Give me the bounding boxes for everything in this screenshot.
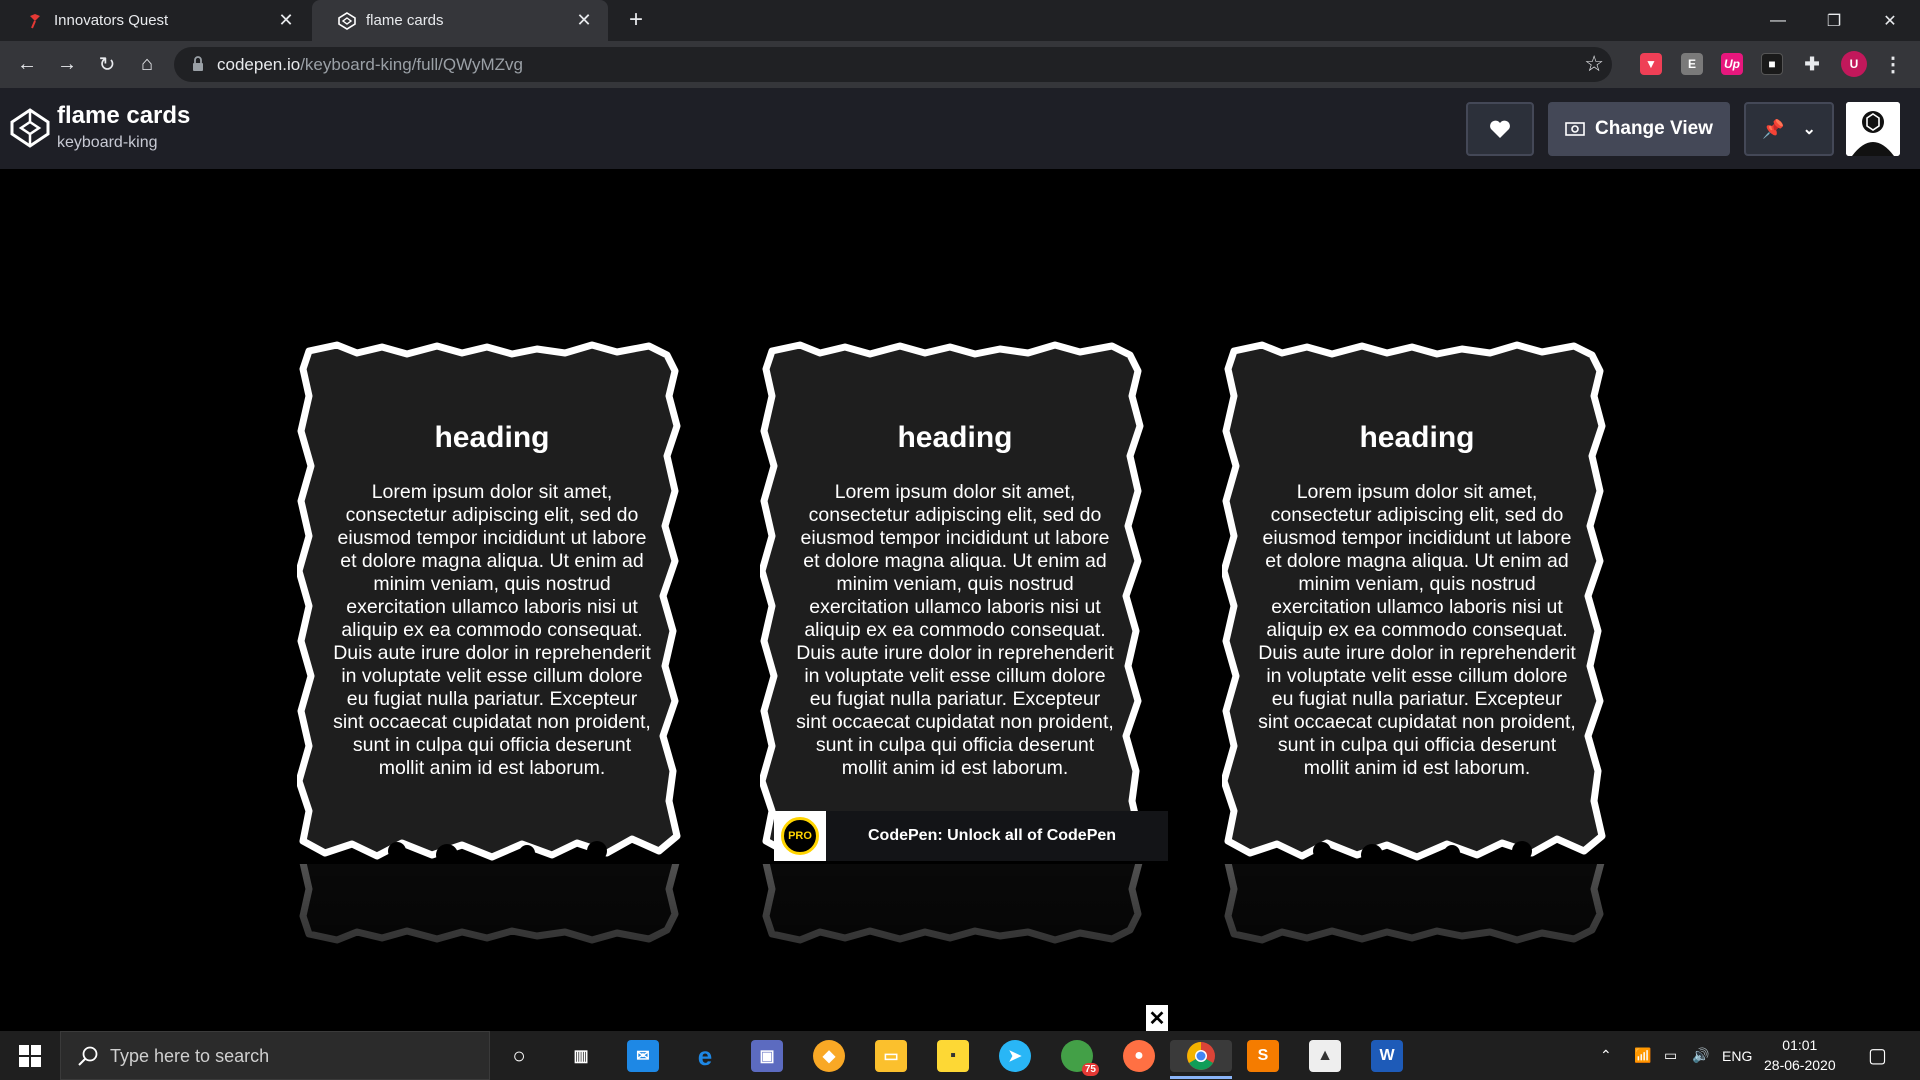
whatsapp-badge: 75 (1081, 1063, 1099, 1076)
chevron-down-icon[interactable]: ⌄ (1803, 119, 1816, 139)
forward-arrow-icon[interactable]: → (52, 49, 82, 79)
card-body: Lorem ipsum dolor sit amet, consectetur … (1258, 481, 1576, 779)
new-tab-button[interactable]: + (622, 6, 650, 34)
taskbar-search-input[interactable]: Type here to search (60, 1031, 490, 1080)
pro-banner-text[interactable]: CodePen: Unlock all of CodePen (868, 827, 1116, 845)
pro-badge: PRO (774, 811, 826, 861)
whatsapp-icon[interactable]: 75 (1061, 1040, 1099, 1076)
card-reflection: headingLorem ipsum dolor sit amet, conse… (760, 864, 1150, 1031)
pen-author[interactable]: keyboard-king (57, 134, 158, 152)
file-explorer-icon[interactable]: ▭ (875, 1040, 907, 1072)
view-icon (1565, 122, 1585, 136)
sticky-notes-icon[interactable]: ▪ (937, 1040, 969, 1072)
tab-title: flame cards (366, 12, 444, 29)
mail-icon[interactable]: ✉ (627, 1040, 659, 1072)
pro-upsell-banner[interactable]: PRO CodePen: Unlock all of CodePen (774, 811, 1168, 861)
firefox-icon[interactable]: ● (1123, 1040, 1155, 1072)
pen-title[interactable]: flame cards (57, 102, 190, 130)
pocket-extension-icon[interactable]: ▼ (1640, 53, 1662, 75)
windows-taskbar: Type here to search ○ ▥ ✉ e ▣ ◆ ▭ ▪ ➤ 75… (0, 1031, 1920, 1080)
innovators-favicon-icon (30, 14, 40, 29)
notifications-icon[interactable]: ▢ (1868, 1031, 1887, 1080)
card-body: Lorem ipsum dolor sit amet, consectetur … (333, 481, 651, 779)
menu-kebab-icon[interactable]: ⋮ (1882, 53, 1904, 76)
clock-date: 28-06-2020 (1764, 1057, 1836, 1073)
change-view-label: Change View (1595, 118, 1713, 139)
cortana-icon[interactable]: ○ (503, 1040, 535, 1072)
store-icon[interactable]: ▣ (751, 1040, 783, 1072)
task-view-icon[interactable]: ▥ (565, 1040, 597, 1072)
chrome-icon (1187, 1042, 1215, 1070)
up-extension-icon[interactable]: Up (1721, 53, 1743, 75)
taskbar-clock[interactable]: 01:01 28-06-2020 (1764, 1035, 1836, 1075)
active-app-indicator (1170, 1076, 1232, 1079)
flame-card: heading Lorem ipsum dolor sit amet, cons… (1222, 341, 1612, 861)
photos-icon[interactable]: ▲ (1309, 1040, 1341, 1072)
url-host: codepen.io (217, 55, 301, 74)
change-view-button[interactable]: Change View (1548, 102, 1730, 156)
address-bar[interactable]: codepen.io/keyboard-king/full/QWyMZvg ☆ (174, 47, 1612, 82)
brave-icon[interactable]: ◆ (813, 1040, 845, 1072)
home-icon[interactable]: ⌂ (132, 49, 162, 79)
extensions-puzzle-icon[interactable]: ✚ (1801, 53, 1823, 75)
pin-button[interactable]: 📌 ⌄ (1744, 102, 1834, 156)
search-icon (78, 1046, 98, 1066)
heart-icon (1490, 120, 1510, 138)
love-button[interactable] (1466, 102, 1534, 156)
tab-innovators-quest[interactable]: Innovators Quest ✕ (0, 0, 310, 41)
card-body: Lorem ipsum dolor sit amet, consectetur … (796, 481, 1114, 779)
card-reflection: headingLorem ipsum dolor sit amet, conse… (297, 864, 687, 1031)
volume-icon[interactable]: 🔊 (1692, 1031, 1709, 1080)
edge-icon[interactable]: e (689, 1040, 721, 1072)
card-heading: heading (897, 421, 1013, 454)
close-tab-icon[interactable]: ✕ (574, 10, 594, 30)
card-heading: heading (434, 421, 550, 454)
search-placeholder: Type here to search (110, 1046, 270, 1066)
word-icon[interactable]: W (1371, 1040, 1403, 1072)
back-arrow-icon[interactable]: ← (12, 49, 42, 79)
bookmark-star-icon[interactable]: ☆ (1584, 51, 1604, 77)
language-indicator[interactable]: ENG (1722, 1031, 1752, 1080)
telegram-icon[interactable]: ➤ (999, 1040, 1031, 1072)
card-heading: heading (1359, 421, 1475, 454)
flame-card: heading Lorem ipsum dolor sit amet, cons… (297, 341, 687, 861)
reload-icon[interactable]: ↻ (92, 49, 122, 79)
pro-badge-label: PRO (781, 817, 819, 855)
url-path: /keyboard-king/full/QWyMZvg (300, 55, 523, 74)
card-reflection: headingLorem ipsum dolor sit amet, conse… (1222, 864, 1612, 1031)
lock-icon (193, 56, 203, 71)
clock-time: 01:01 (1782, 1037, 1818, 1053)
browser-tab-strip: Innovators Quest ✕ flame cards ✕ + — ❐ ✕ (0, 0, 1920, 41)
battery-icon[interactable]: ▭ (1664, 1031, 1677, 1080)
windows-start-icon[interactable] (0, 1031, 60, 1080)
network-icon[interactable]: 📶 (1634, 1031, 1651, 1080)
minimize-icon[interactable]: — (1750, 0, 1806, 41)
tab-flame-cards[interactable]: flame cards ✕ (312, 0, 608, 41)
tab-title: Innovators Quest (54, 12, 169, 29)
pen-preview: heading Lorem ipsum dolor sit amet, cons… (0, 169, 1920, 1031)
sublime-text-icon[interactable]: S (1247, 1040, 1279, 1072)
codepen-logo-icon[interactable] (10, 108, 50, 148)
restore-icon[interactable]: ❐ (1806, 0, 1862, 41)
chrome-taskbar-button[interactable] (1170, 1040, 1232, 1072)
show-hidden-icons[interactable]: ⌃ (1600, 1031, 1612, 1080)
cube-extension-icon[interactable]: ■ (1761, 53, 1783, 75)
close-tab-icon[interactable]: ✕ (276, 10, 296, 30)
codepen-favicon-icon (338, 12, 356, 30)
codepen-header: flame cards keyboard-king Change View 📌 … (0, 88, 1920, 169)
browser-toolbar: ← → ↻ ⌂ codepen.io/keyboard-king/full/QW… (0, 41, 1920, 88)
user-avatar-icon (1846, 102, 1900, 156)
user-avatar[interactable] (1846, 102, 1900, 156)
close-banner-icon[interactable]: ✕ (1146, 1005, 1168, 1031)
e-extension-icon[interactable]: E (1681, 53, 1703, 75)
close-window-icon[interactable]: ✕ (1862, 0, 1918, 41)
pin-icon: 📌 (1762, 118, 1785, 139)
url-text: codepen.io/keyboard-king/full/QWyMZvg (217, 55, 523, 75)
profile-avatar[interactable]: U (1841, 51, 1867, 77)
flame-card: heading Lorem ipsum dolor sit amet, cons… (760, 341, 1150, 861)
